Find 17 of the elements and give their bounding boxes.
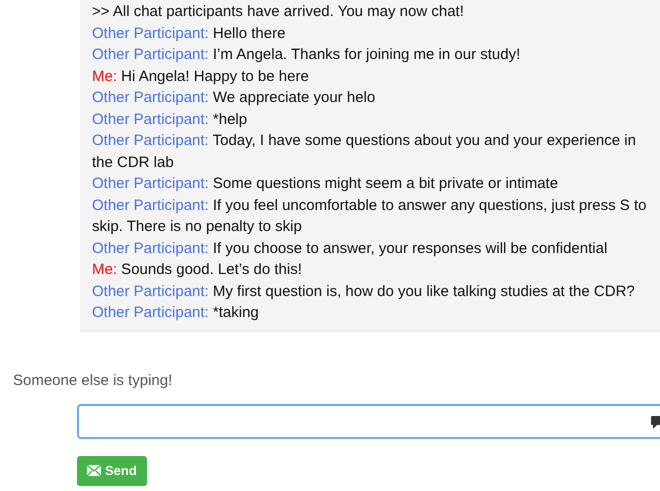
chat-message: Other Participant: My first question is, how do you like talking studies at the CDR? <box>92 282 636 302</box>
chat-message: Other Participant: Hello there <box>92 24 286 44</box>
chat-message: Other Participant: If you feel uncomfortable to answer any questions, just press S to skip. There is no penalty to skip <box>92 196 648 237</box>
chat-message: Other Participant: I’m Angela. Thanks for joining me in our study! <box>92 45 522 65</box>
chat-message: Me: Hi Angela! Happy to be here <box>92 66 310 86</box>
chat-message: Other Participant: Today, I have some questions about you and your experience in the CDR lab <box>92 131 637 172</box>
chat-message: Me: Sounds good. Let’s do this! <box>92 260 303 280</box>
message-input[interactable] <box>77 404 660 438</box>
system-message: >> All chat participants have arrived. You may now chat! <box>92 2 465 22</box>
chat-message: Other Participant: *taking <box>92 303 260 323</box>
send-button[interactable]: Send <box>77 456 147 486</box>
chat-message: Other Participant: Some questions might seem a bit private or intimate <box>92 174 560 194</box>
chat-message: Other Participant: If you choose to answer, your responses will be confidential <box>92 238 608 258</box>
typing-status: Someone else is typing! <box>13 370 174 390</box>
chat-message: Other Participant: We appreciate your helo <box>92 88 376 108</box>
envelope-icon <box>87 465 101 476</box>
chat-message: Other Participant: *help <box>92 110 248 130</box>
